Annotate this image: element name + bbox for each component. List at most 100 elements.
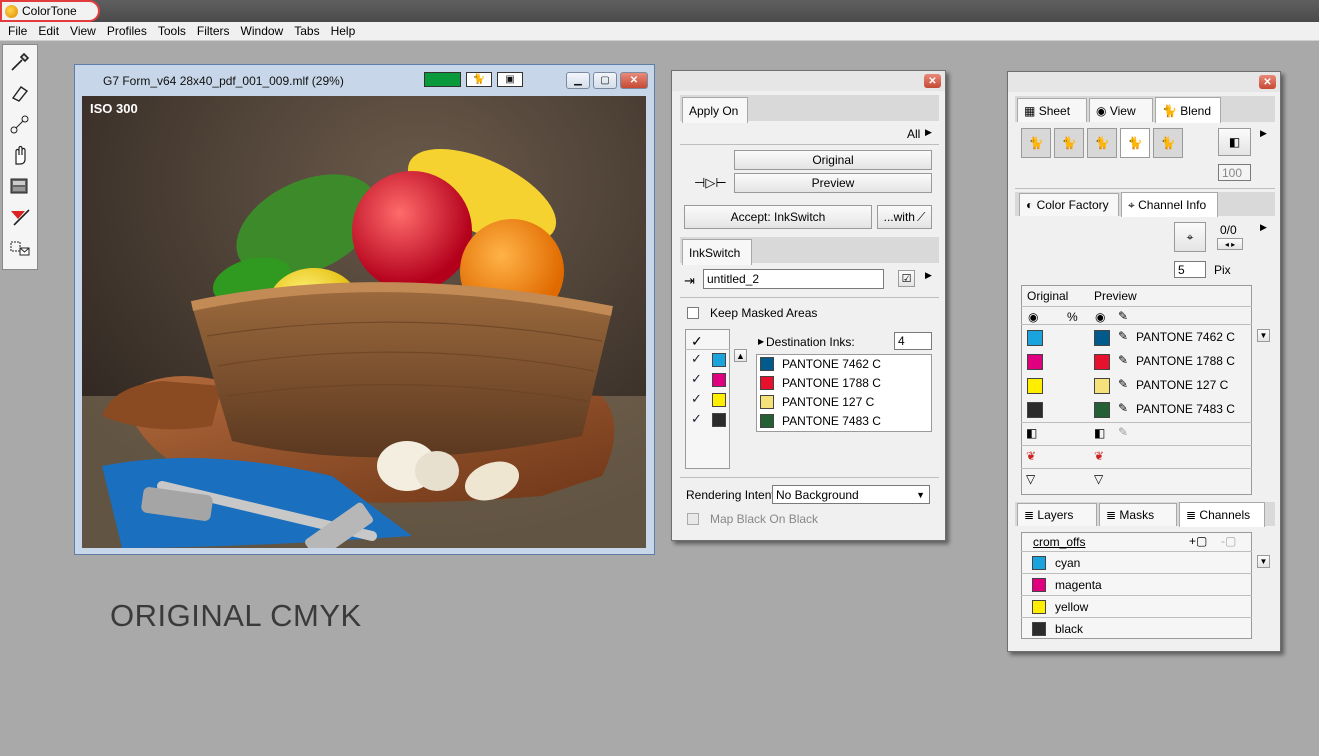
mask-brush-tool[interactable] (5, 203, 35, 231)
document-canvas[interactable]: ISO 300 (82, 96, 646, 548)
menu-window[interactable]: Window (239, 24, 293, 38)
minimize-button[interactable]: ▁ (566, 72, 590, 89)
eyedropper-tool[interactable] (5, 48, 35, 76)
original-visibility-icon[interactable]: ◉ (1028, 310, 1038, 324)
menu-profiles[interactable]: Profiles (105, 24, 156, 38)
hand-tool[interactable] (5, 141, 35, 169)
colortone-logo-icon (5, 4, 18, 18)
preview-gamut-icon[interactable]: ▽ (1094, 472, 1103, 486)
channel-black[interactable]: black (1055, 622, 1083, 636)
blend-mode-4-button[interactable]: 🐈 (1120, 128, 1150, 158)
menu-help[interactable]: Help (329, 24, 365, 38)
blend-mode-indicator[interactable]: 🐈 (466, 72, 492, 87)
preview-split-icon[interactable]: ◧ (1094, 426, 1105, 440)
tab-layers[interactable]: ≣ Layers (1017, 503, 1097, 526)
menu-filters[interactable]: Filters (195, 24, 239, 38)
selection-tool[interactable] (5, 234, 35, 262)
add-channel-icon[interactable]: +▢ (1189, 534, 1207, 548)
maximize-button[interactable]: ▢ (593, 72, 617, 89)
blend-value-field[interactable]: 100 (1218, 164, 1251, 181)
tab-view[interactable]: ◉ View (1089, 98, 1153, 122)
pencil-icon[interactable]: ✎ (1118, 353, 1128, 367)
preview-visibility-icon[interactable]: ◉ (1095, 310, 1105, 324)
original-button[interactable]: Original (734, 150, 932, 170)
pencil-icon[interactable]: ✎ (1118, 401, 1128, 415)
apply-all-arrow-icon[interactable]: ▶ (925, 127, 932, 138)
close-button[interactable]: ✕ (620, 72, 648, 89)
inkswitch-close-button[interactable]: ✕ (924, 74, 941, 88)
tab-blend[interactable]: 🐈 Blend (1155, 97, 1221, 123)
document-window: G7 Form_v64 28x40_pdf_001_009.mlf (29%) … (74, 64, 655, 555)
pencil-icon[interactable]: ✎ (1118, 309, 1128, 323)
original-split-icon[interactable]: ◧ (1026, 426, 1037, 440)
keep-masked-checkbox[interactable] (687, 307, 699, 319)
table-scroll-down-button[interactable]: ▼ (1257, 329, 1270, 342)
load-file-icon[interactable]: ⇥ (684, 273, 695, 289)
blend-mode-3-button[interactable]: 🐈 (1087, 128, 1117, 158)
channels-scroll-down-button[interactable]: ▼ (1257, 555, 1270, 568)
destination-expand-icon[interactable]: ▶ (758, 337, 764, 346)
blend-compare-button[interactable]: ◧ (1218, 128, 1251, 156)
info-panel-header: ✕ (1008, 72, 1280, 92)
menu-tools[interactable]: Tools (156, 24, 195, 38)
channel-info-menu-arrow-icon[interactable]: ▶ (1260, 222, 1267, 233)
map-arrow-button[interactable]: ▲ (734, 349, 747, 362)
source-magenta-check-icon[interactable]: ✓ (691, 371, 702, 387)
tab-channel-info[interactable]: ⌖ Channel Info (1121, 192, 1218, 217)
check-all-icon[interactable]: ✓ (691, 333, 703, 350)
inkswitch-name-field[interactable]: untitled_2 (703, 269, 884, 289)
save-check-button[interactable]: ☑ (898, 270, 915, 287)
tab-sheet[interactable]: ▦ Sheet (1017, 98, 1087, 122)
tab-apply-on[interactable]: Apply On (682, 97, 748, 123)
channel-magenta[interactable]: magenta (1055, 578, 1102, 592)
menu-view[interactable]: View (68, 24, 105, 38)
source-yellow-check-icon[interactable]: ✓ (691, 391, 702, 407)
info-panel-close-button[interactable]: ✕ (1259, 75, 1276, 89)
crosshair-icon: ⌖ (1128, 197, 1135, 212)
name-menu-arrow-icon[interactable]: ▶ (925, 270, 932, 281)
tab-masks[interactable]: ≣ Masks (1099, 503, 1177, 526)
accept-with-button[interactable]: ...with ⟋ (877, 205, 932, 229)
tab-channels[interactable]: ≣ Channels (1179, 502, 1265, 527)
map-black-checkbox[interactable] (687, 513, 699, 525)
preview-mask-icon[interactable]: ❦ (1094, 449, 1104, 463)
destination-ink-1[interactable]: PANTONE 7462 C (782, 357, 881, 371)
gamut-indicator[interactable] (424, 72, 461, 87)
iso-overlay-label: ISO 300 (90, 101, 138, 116)
pencil-icon[interactable]: ✎ (1118, 377, 1128, 391)
blend-mode-1-button[interactable]: 🐈 (1021, 128, 1051, 158)
compare-tool[interactable] (5, 172, 35, 200)
blend-mode-2-button[interactable]: 🐈 (1054, 128, 1084, 158)
display-mode-indicator[interactable]: ▣ (497, 72, 523, 87)
menu-file[interactable]: File (6, 24, 36, 38)
measure-tool[interactable] (5, 110, 35, 138)
tab-color-factory[interactable]: ◐ Color Factory (1019, 193, 1119, 216)
destination-ink-2[interactable]: PANTONE 1788 C (782, 376, 881, 390)
channel-cyan[interactable]: cyan (1055, 556, 1080, 570)
destination-ink-3[interactable]: PANTONE 127 C (782, 395, 874, 409)
preview-button[interactable]: Preview (734, 173, 932, 193)
pix-stepper[interactable]: 5 (1174, 261, 1206, 278)
source-black-check-icon[interactable]: ✓ (691, 411, 702, 427)
menu-tabs[interactable]: Tabs (292, 24, 328, 38)
destination-ink-4[interactable]: PANTONE 7483 C (782, 414, 881, 428)
source-cyan-check-icon[interactable]: ✓ (691, 351, 702, 367)
channel-set-name[interactable]: crom_offs (1033, 535, 1085, 549)
original-gamut-icon[interactable]: ▽ (1026, 472, 1035, 486)
menu-edit[interactable]: Edit (36, 24, 68, 38)
sample-position-stepper[interactable]: ◂ ▸ (1217, 238, 1243, 250)
sample-point-button[interactable]: ⌖ (1174, 222, 1206, 252)
destination-count-stepper[interactable]: 4 (894, 332, 932, 350)
accept-inkswitch-button[interactable]: Accept: InkSwitch (684, 205, 872, 229)
original-mask-icon[interactable]: ❦ (1026, 449, 1036, 463)
blend-mode-5-button[interactable]: 🐈 (1153, 128, 1183, 158)
rendering-intent-select[interactable]: No Background ▼ (772, 485, 930, 504)
channel-yellow[interactable]: yellow (1055, 600, 1088, 614)
blend-menu-arrow-icon[interactable]: ▶ (1260, 128, 1267, 139)
pencil-icon[interactable]: ✎ (1118, 329, 1128, 343)
preview-ink-2: PANTONE 1788 C (1136, 354, 1235, 368)
channel-swatch-magenta (1032, 578, 1046, 592)
apply-all-label[interactable]: All (907, 127, 920, 141)
eraser-tool[interactable] (5, 79, 35, 107)
tab-inkswitch[interactable]: InkSwitch (682, 239, 752, 265)
